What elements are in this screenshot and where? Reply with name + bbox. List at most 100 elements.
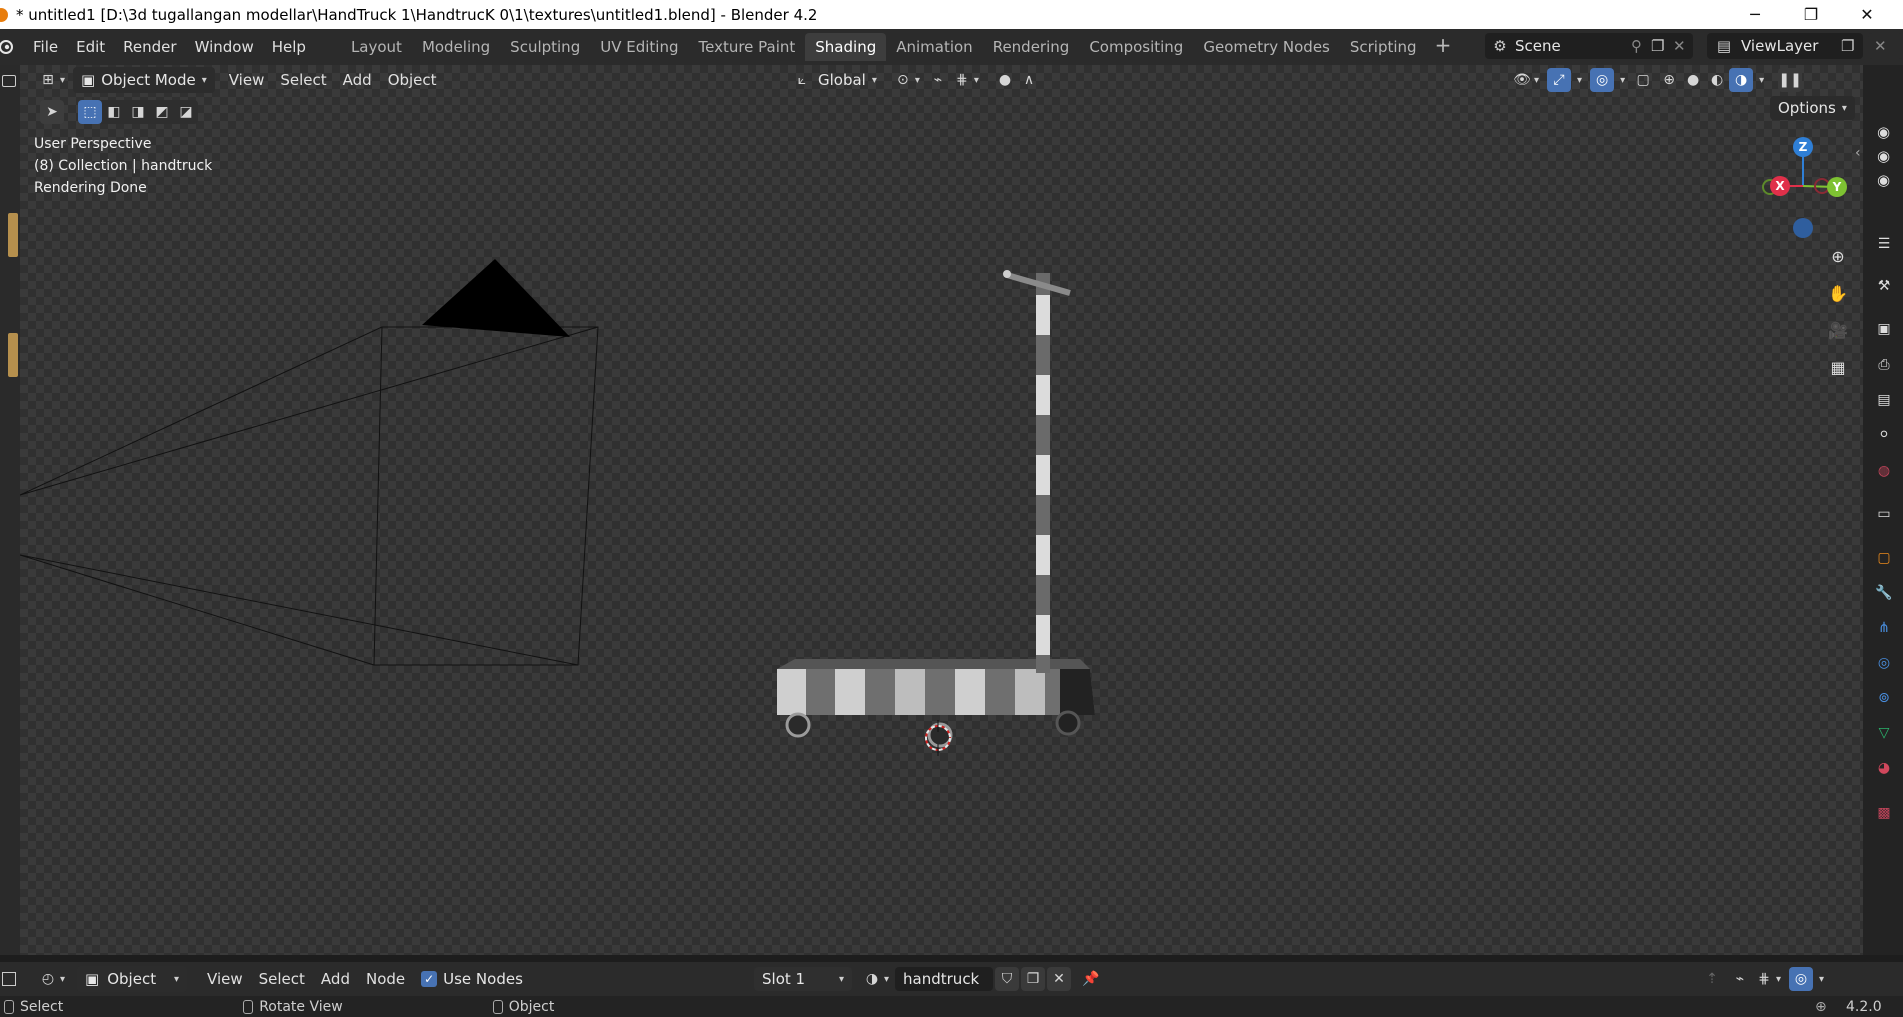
viewport-menu-object[interactable]: Object	[380, 68, 445, 92]
physics-properties-icon[interactable]: ◎	[1873, 652, 1895, 674]
modifier-properties-icon[interactable]: 🔧	[1873, 582, 1895, 604]
select-invert-icon[interactable]: ◩	[150, 100, 174, 124]
proportional-edit-icon[interactable]: ●	[993, 68, 1017, 92]
view-layer-properties-icon[interactable]: ▤	[1873, 389, 1895, 411]
folder-icon[interactable]	[2, 75, 16, 87]
material-browse-icon[interactable]: ◑	[860, 967, 884, 991]
fake-user-icon[interactable]: ⛉	[995, 967, 1020, 991]
unlink-material-icon[interactable]: ✕	[1047, 967, 1072, 991]
gizmo-z-axis[interactable]: Z	[1793, 137, 1813, 157]
texture-properties-icon[interactable]: ▩	[1873, 802, 1895, 824]
output-properties-icon[interactable]: ⎙	[1873, 354, 1895, 376]
tab-texture-paint[interactable]: Texture Paint	[688, 33, 805, 61]
tab-modeling[interactable]: Modeling	[412, 33, 500, 61]
camera-visibility-icon-3[interactable]: ◉	[1877, 171, 1890, 189]
pause-render-icon[interactable]: ❚❚	[1778, 68, 1803, 92]
orientation-icon[interactable]: ⟀	[790, 68, 814, 92]
viewport-menu-view[interactable]: View	[221, 68, 273, 92]
material-name-field[interactable]: handtruck	[895, 967, 994, 991]
select-new-icon[interactable]: ⬚	[78, 100, 102, 124]
tab-sculpting[interactable]: Sculpting	[500, 33, 590, 61]
tool-properties-icon[interactable]: ☰	[1873, 233, 1895, 255]
3d-viewport[interactable]	[20, 65, 1863, 955]
camera-view-icon[interactable]: 🎥	[1823, 315, 1853, 345]
shader-type-icon[interactable]: ◴	[36, 967, 60, 991]
remove-view-layer-icon[interactable]: ✕	[1868, 33, 1903, 59]
pin-material-icon[interactable]: 📌	[1079, 967, 1103, 991]
snap-icon[interactable]: ⌁	[926, 68, 950, 92]
select-subtract-icon[interactable]: ◨	[126, 100, 150, 124]
data-properties-icon[interactable]: ▽	[1873, 722, 1895, 744]
delete-scene-icon[interactable]: ✕	[1673, 37, 1693, 55]
viewport-menu-select[interactable]: Select	[272, 68, 334, 92]
navigation-gizmo[interactable]: Z X Y	[1752, 130, 1862, 240]
node-menu-add[interactable]: Add	[313, 967, 358, 991]
tab-compositing[interactable]: Compositing	[1079, 33, 1193, 61]
object-properties-icon[interactable]: ▢	[1873, 547, 1895, 569]
close-button[interactable]: ✕	[1839, 0, 1895, 29]
menu-file[interactable]: File	[24, 34, 67, 60]
outliner-scroll-handle[interactable]	[8, 213, 18, 257]
sidebar-toggle-icon[interactable]: ‹	[1855, 145, 1861, 161]
collection-properties-icon[interactable]: ▭	[1873, 503, 1895, 525]
select-extend-icon[interactable]: ◧	[102, 100, 126, 124]
node-menu-node[interactable]: Node	[358, 967, 413, 991]
minimize-button[interactable]: ─	[1727, 0, 1783, 29]
tab-geometry-nodes[interactable]: Geometry Nodes	[1193, 33, 1340, 61]
tab-shading[interactable]: Shading	[805, 33, 887, 61]
maximize-button[interactable]: ❐	[1783, 0, 1839, 29]
gizmo-toggle-icon[interactable]: ⤢	[1547, 68, 1572, 92]
orientation-label[interactable]: Global	[818, 71, 866, 89]
mode-dropdown[interactable]: ▣ Object Mode ▾	[73, 67, 215, 93]
camera-visibility-icon-2[interactable]: ◉	[1877, 147, 1890, 165]
new-scene-icon[interactable]: ❐	[1651, 37, 1673, 55]
new-view-layer-icon[interactable]: ❐	[1841, 37, 1863, 55]
tab-layout[interactable]: Layout	[341, 33, 412, 61]
snap-target-icon[interactable]: ⋕	[950, 68, 974, 92]
view-layer-selector[interactable]: ▤ ViewLayer ❐	[1707, 33, 1863, 59]
world-properties-icon[interactable]: ◍	[1873, 460, 1895, 482]
properties-scroll-handle[interactable]	[8, 333, 18, 377]
blender-logo-icon[interactable]	[0, 35, 18, 59]
falloff-icon[interactable]: ∧	[1017, 68, 1041, 92]
menu-window[interactable]: Window	[186, 34, 263, 60]
editor-type-icon[interactable]: ⊞	[36, 68, 60, 92]
material-properties-icon[interactable]: ◕	[1873, 757, 1895, 779]
tool-icon[interactable]: ⚒	[1873, 275, 1895, 297]
scene-selector[interactable]: ⚙ Scene ⚲ ❐ ✕	[1485, 33, 1693, 59]
node-menu-view[interactable]: View	[199, 967, 251, 991]
select-tool-icon[interactable]: ➤	[40, 100, 64, 124]
use-nodes-toggle[interactable]: ✓ Use Nodes	[421, 970, 523, 988]
render-properties-icon[interactable]: ▣	[1873, 318, 1895, 340]
pan-hand-icon[interactable]: ✋	[1823, 278, 1853, 308]
tab-scripting[interactable]: Scripting	[1340, 33, 1427, 61]
constraints-properties-icon[interactable]: ⊚	[1873, 687, 1895, 709]
node-editor-type-icon[interactable]	[2, 972, 16, 986]
perspective-toggle-icon[interactable]: ▦	[1823, 352, 1853, 382]
add-workspace-icon[interactable]: +	[1427, 33, 1460, 61]
particles-properties-icon[interactable]: ⋔	[1873, 617, 1895, 639]
rendered-shading-icon[interactable]: ◑	[1729, 68, 1754, 92]
gizmo-x-axis[interactable]: X	[1770, 176, 1790, 196]
menu-edit[interactable]: Edit	[67, 34, 114, 60]
solid-shading-icon[interactable]: ●	[1681, 68, 1705, 92]
shader-object-dropdown[interactable]: ▣ Object ▾	[77, 966, 188, 992]
tab-rendering[interactable]: Rendering	[983, 33, 1080, 61]
node-menu-select[interactable]: Select	[251, 967, 313, 991]
parent-node-tree-icon[interactable]: ⇡	[1700, 967, 1724, 991]
wireframe-shading-icon[interactable]: ⊕	[1657, 68, 1681, 92]
gizmo-y-axis[interactable]: Y	[1827, 177, 1847, 197]
node-snap-target-icon[interactable]: ⋕	[1752, 967, 1776, 991]
menu-render[interactable]: Render	[114, 34, 185, 60]
scene-properties-icon[interactable]: ⚪	[1873, 424, 1895, 446]
menu-help[interactable]: Help	[263, 34, 315, 60]
camera-visibility-icon-1[interactable]: ◉	[1877, 123, 1890, 141]
viewport-menu-add[interactable]: Add	[335, 68, 380, 92]
overlay-toggle-icon[interactable]: ◎	[1590, 68, 1615, 92]
material-shading-icon[interactable]: ◐	[1705, 68, 1729, 92]
options-dropdown[interactable]: Options ▾	[1770, 96, 1855, 120]
new-material-icon[interactable]: ❐	[1021, 967, 1046, 991]
pivot-icon[interactable]: ⊙	[891, 68, 915, 92]
material-slot-dropdown[interactable]: Slot 1 ▾	[754, 967, 852, 991]
node-snap-icon[interactable]: ⌁	[1728, 967, 1752, 991]
